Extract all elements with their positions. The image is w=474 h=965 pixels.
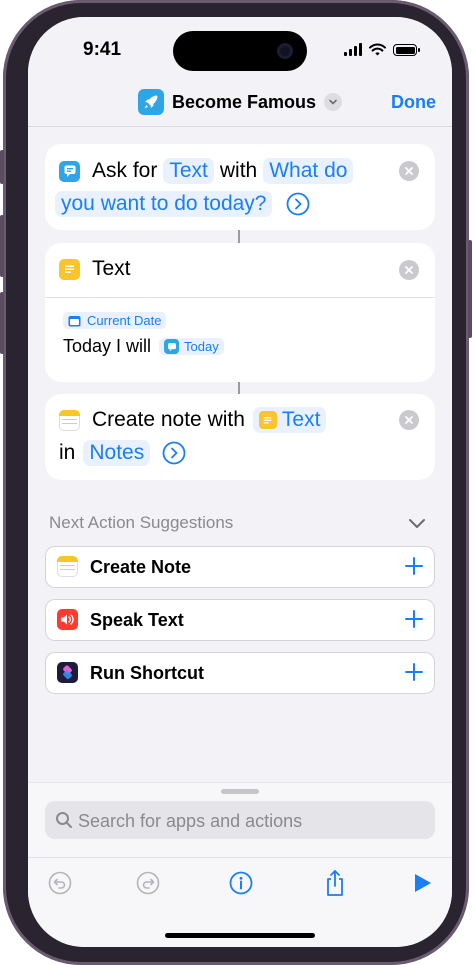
shortcuts-icon xyxy=(57,662,78,683)
in-label: in xyxy=(59,441,76,464)
divider xyxy=(28,857,452,858)
volume-down-button xyxy=(0,292,4,354)
add-icon[interactable] xyxy=(403,555,425,577)
calendar-icon xyxy=(68,315,81,326)
search-icon xyxy=(56,812,72,828)
signal-icon xyxy=(344,43,362,56)
done-button[interactable]: Done xyxy=(391,92,436,113)
current-date-label: Current Date xyxy=(87,313,162,328)
undo-icon[interactable] xyxy=(48,871,72,895)
action-button xyxy=(0,150,4,184)
screen: 9:41 Become Famous Done Ask for Text wit… xyxy=(28,17,452,947)
text-icon xyxy=(59,258,80,280)
home-indicator xyxy=(165,933,315,938)
side-button xyxy=(468,240,472,338)
rocket-icon xyxy=(138,89,164,115)
note-input-token[interactable]: Text xyxy=(252,407,327,433)
shortcut-title-menu[interactable]: Become Famous xyxy=(138,89,343,115)
remove-action-button[interactable] xyxy=(399,161,419,181)
shortcut-title: Become Famous xyxy=(172,91,317,112)
dynamic-island xyxy=(173,31,307,71)
ask-for-input-action[interactable]: Ask for Text with What do you want to do… xyxy=(45,144,435,230)
share-icon[interactable] xyxy=(323,869,347,897)
search-field[interactable]: Search for apps and actions xyxy=(45,801,435,839)
remove-action-button[interactable] xyxy=(399,410,419,430)
today-variable-token[interactable]: Today xyxy=(159,338,224,355)
create-note-label: Create note with xyxy=(92,408,245,431)
status-time: 9:41 xyxy=(83,39,122,60)
expand-chevron-icon[interactable] xyxy=(162,441,186,465)
play-icon[interactable] xyxy=(410,871,434,895)
notes-icon xyxy=(59,409,80,431)
suggestion-run-shortcut[interactable]: Run Shortcut xyxy=(45,652,435,694)
add-icon[interactable] xyxy=(403,608,425,630)
redo-icon[interactable] xyxy=(136,871,160,895)
ask-for-label: Ask for xyxy=(92,159,158,182)
camera-icon xyxy=(277,43,293,59)
volume-up-button xyxy=(0,215,4,277)
ask-input-icon xyxy=(59,160,80,182)
status-bar: 9:41 xyxy=(28,17,452,87)
notes-icon xyxy=(57,556,78,577)
action-connector xyxy=(238,382,240,394)
prompt-token-line1[interactable]: What do xyxy=(263,158,354,184)
create-note-action[interactable]: Create note with Text in Notes xyxy=(45,394,435,480)
ask-input-icon xyxy=(164,339,180,354)
collapse-chevron-icon[interactable] xyxy=(408,517,426,529)
suggestion-label: Create Note xyxy=(90,557,192,577)
suggestions-heading: Next Action Suggestions xyxy=(49,513,234,532)
suggestion-label: Run Shortcut xyxy=(90,663,204,683)
chevron-down-icon xyxy=(324,93,343,111)
current-date-token[interactable]: Current Date xyxy=(63,312,167,329)
input-type-token[interactable]: Text xyxy=(163,158,214,184)
search-placeholder: Search for apps and actions xyxy=(78,811,303,831)
status-icons xyxy=(344,43,420,56)
text-action-title: Text xyxy=(92,257,131,280)
text-icon xyxy=(258,411,277,429)
action-connector xyxy=(238,230,240,243)
divider xyxy=(28,126,452,127)
action-search-sheet: Search for apps and actions xyxy=(28,782,452,947)
sheet-grabber[interactable] xyxy=(221,789,259,794)
suggestion-speak-text[interactable]: Speak Text xyxy=(45,599,435,641)
text-body[interactable]: Today I will xyxy=(63,336,151,357)
note-input-label: Text xyxy=(281,408,321,431)
speaker-icon xyxy=(57,609,78,630)
with-label: with xyxy=(219,159,258,182)
info-icon[interactable] xyxy=(229,871,253,895)
divider xyxy=(45,297,435,298)
suggestion-create-note[interactable]: Create Note xyxy=(45,546,435,588)
notes-app-token[interactable]: Notes xyxy=(83,440,151,466)
prompt-token-line2[interactable]: you want to do today? xyxy=(55,191,273,217)
phone-frame: 9:41 Become Famous Done Ask for Text wit… xyxy=(0,0,472,965)
navigation-bar: Become Famous Done xyxy=(28,87,452,127)
add-icon[interactable] xyxy=(403,661,425,683)
wifi-icon xyxy=(369,43,386,56)
text-action[interactable]: Text Current Date Today I will Today xyxy=(45,243,435,382)
suggestion-label: Speak Text xyxy=(90,610,184,630)
expand-chevron-icon[interactable] xyxy=(286,192,310,216)
remove-action-button[interactable] xyxy=(399,260,419,280)
today-variable-label: Today xyxy=(184,339,219,354)
battery-icon xyxy=(393,44,420,56)
